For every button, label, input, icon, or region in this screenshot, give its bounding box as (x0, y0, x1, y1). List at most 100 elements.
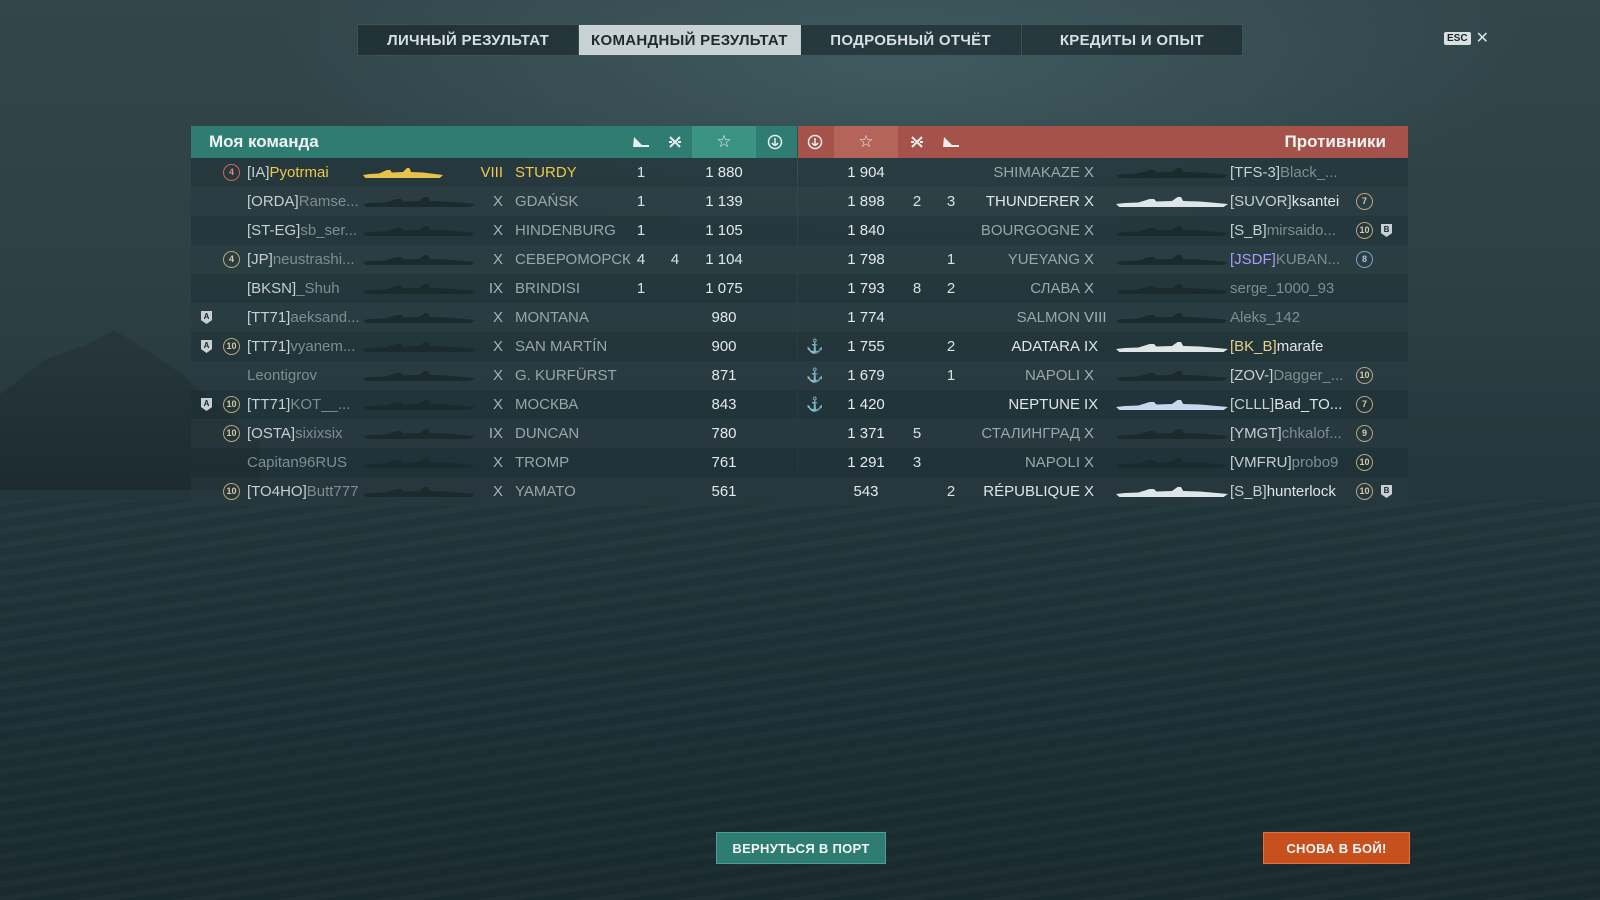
player-name[interactable]: vyanem... (290, 338, 355, 355)
ship-kill-icon[interactable] (934, 126, 968, 158)
player-name[interactable]: Aleks_142 (1230, 309, 1300, 326)
player-name[interactable]: probo9 (1292, 454, 1339, 471)
ship-tier: X (492, 222, 503, 239)
ship-name: YAMATO (515, 483, 576, 500)
player-row[interactable]: ⚓ 1 755 2 ADATARA IX [BK_B]marafe (798, 332, 1408, 361)
player-row[interactable]: 1 898 2 3 THUNDERER X [SUVOR]ksantei 7 (798, 187, 1408, 216)
player-row[interactable]: 4 [IA]Pyotrmai VIII STURDY 1 1 880 (191, 158, 797, 187)
anchor-icon[interactable] (758, 126, 792, 158)
player-name-cell[interactable]: [OSTA]sixixsix (247, 419, 359, 448)
ships-destroyed: 1 (636, 280, 646, 297)
player-row[interactable]: 1 840 BOURGOGNE X [S_B]mirsaido... 10 B (798, 216, 1408, 245)
player-name[interactable]: KOT__... (290, 396, 350, 413)
player-row[interactable]: 1 793 8 2 СЛАВА Xserge_1000_93 (798, 274, 1408, 303)
clan-tag: [TFS-3] (1230, 164, 1281, 181)
player-name[interactable]: Butt777 (307, 483, 359, 500)
ship-silhouette-icon (363, 284, 475, 294)
player-name-cell[interactable]: [JP]neustrashi... (247, 245, 359, 274)
player-name[interactable]: sixixsix (295, 425, 343, 442)
player-name[interactable]: ksantei (1292, 193, 1340, 210)
tab-credits-xp[interactable]: КРЕДИТЫ И ОПЫТ (1022, 25, 1242, 55)
score-star-icon[interactable]: ☆ (834, 126, 898, 158)
close-control[interactable]: ESC ✕ (1444, 28, 1489, 48)
player-name-cell[interactable]: [ZOV-]Dagger_... (1230, 361, 1348, 390)
player-name-cell[interactable]: Aleks_142 (1230, 303, 1348, 332)
ship-name: ADATARA (1011, 338, 1080, 355)
player-name-cell[interactable]: [CLLL]Bad_TO... (1230, 390, 1348, 419)
player-row[interactable]: Capitan96RUS X TROMP 761 (191, 448, 797, 477)
anchor-icon[interactable] (798, 126, 832, 158)
player-row[interactable]: A 10 [TT71]KOT__... X МОСКВА 843 (191, 390, 797, 419)
ship-tier: VIII (480, 164, 503, 181)
player-name[interactable]: marafe (1277, 338, 1324, 355)
player-name[interactable]: aeksand... (290, 309, 359, 326)
ship-kill-icon[interactable] (624, 126, 658, 158)
battle-again-button[interactable]: СНОВА В БОЙ! (1263, 832, 1410, 864)
player-row[interactable]: 1 774 SALMON VIII Aleks_142 (798, 303, 1408, 332)
player-row[interactable]: 1 371 5 СТАЛИНГРАД X [YMGT]chkalof... 9 (798, 419, 1408, 448)
player-row[interactable]: A 10 [TT71]vyanem... X SAN MARTÍN 900 (191, 332, 797, 361)
player-name[interactable]: hunterlock (1267, 483, 1336, 500)
player-name[interactable]: Pyotrmai (270, 164, 329, 181)
player-row[interactable]: ⚓ 1 679 1 NAPOLI X [ZOV-]Dagger_... 10 (798, 361, 1408, 390)
plane-kill-icon[interactable] (900, 126, 934, 158)
player-name-cell[interactable]: [BK_B]marafe (1230, 332, 1348, 361)
player-name-cell[interactable]: Leontigrov (247, 361, 359, 390)
player-name[interactable]: Capitan96RUS (247, 454, 347, 471)
player-name[interactable]: Ramse... (299, 193, 359, 210)
player-name-cell[interactable]: [JSDF]KUBAN... (1230, 245, 1348, 274)
player-name[interactable]: Black_... (1280, 164, 1338, 181)
player-row[interactable]: 1 291 3 NAPOLI X [VMFRU]probo9 10 (798, 448, 1408, 477)
player-row[interactable]: [BKSN]_Shuh IX BRINDISI 1 1 075 (191, 274, 797, 303)
player-name[interactable]: _Shuh (296, 280, 339, 297)
player-name-cell[interactable]: [YMGT]chkalof... (1230, 419, 1348, 448)
player-name[interactable]: chkalof... (1282, 425, 1342, 442)
player-row[interactable]: A [TT71]aeksand... X MONTANA 980 (191, 303, 797, 332)
player-name-cell[interactable]: [BKSN]_Shuh (247, 274, 359, 303)
player-name-cell[interactable]: [TFS-3]Black_... (1230, 158, 1348, 187)
player-row[interactable]: 10 [TO4HO]Butt777 X YAMATO 561 (191, 477, 797, 506)
player-name-cell[interactable]: [VMFRU]probo9 (1230, 448, 1348, 477)
player-row[interactable]: 10 [OSTA]sixixsix IX DUNCAN 780 (191, 419, 797, 448)
player-row[interactable]: [ST-EG]sb_ser... X HINDENBURG 1 1 105 (191, 216, 797, 245)
player-name-cell[interactable]: [ST-EG]sb_ser... (247, 216, 359, 245)
base-xp-score: 1 291 (847, 454, 885, 471)
player-name-cell[interactable]: Capitan96RUS (247, 448, 359, 477)
player-name[interactable]: Dagger_... (1273, 367, 1343, 384)
player-name-cell[interactable]: [IA]Pyotrmai (247, 158, 359, 187)
player-name-cell[interactable]: [ORDA]Ramse... (247, 187, 359, 216)
close-icon[interactable]: ✕ (1476, 28, 1489, 48)
player-name[interactable]: Bad_TO... (1274, 396, 1342, 413)
player-name[interactable]: KUBAN... (1276, 251, 1340, 268)
player-row[interactable]: ⚓ 1 420 NEPTUNE IX [CLLL]Bad_TO... 7 (798, 390, 1408, 419)
player-row[interactable]: 543 2 RÉPUBLIQUE X [S_B]hunterlock 10 B (798, 477, 1408, 506)
player-name-cell[interactable]: [TT71]KOT__... (247, 390, 359, 419)
player-row[interactable]: [ORDA]Ramse... X GDAŃSK 1 1 139 (191, 187, 797, 216)
player-row[interactable]: Leontigrov X G. KURFÜRST 871 (191, 361, 797, 390)
player-name-cell[interactable]: [SUVOR]ksantei (1230, 187, 1348, 216)
player-name[interactable]: serge_1000_93 (1230, 280, 1334, 297)
return-to-port-button[interactable]: ВЕРНУТЬСЯ В ПОРТ (716, 832, 886, 864)
plane-kill-icon[interactable] (658, 126, 692, 158)
planes-destroyed: 2 (912, 193, 922, 210)
base-xp-score: 1 798 (847, 251, 885, 268)
player-row[interactable]: 1 798 1 YUEYANG X [JSDF]KUBAN... 8 (798, 245, 1408, 274)
player-name[interactable]: neustrashi... (273, 251, 355, 268)
player-name-cell[interactable]: serge_1000_93 (1230, 274, 1348, 303)
tab-personal-result[interactable]: ЛИЧНЫЙ РЕЗУЛЬТАТ (358, 25, 580, 55)
player-name[interactable]: Leontigrov (247, 367, 317, 384)
ships-destroyed (624, 390, 658, 419)
player-name[interactable]: sb_ser... (300, 222, 357, 239)
player-name[interactable]: mirsaido... (1267, 222, 1336, 239)
tab-team-result[interactable]: КОМАНДНЫЙ РЕЗУЛЬТАТ (579, 25, 801, 55)
player-row[interactable]: 1 904 SHIMAKAZE X [TFS-3]Black_... (798, 158, 1408, 187)
base-xp-score: 1 420 (847, 396, 885, 413)
score-star-icon[interactable]: ☆ (692, 126, 756, 158)
player-row[interactable]: 4 [JP]neustrashi... X СЕВЕРОМОРСК 4 4 1 104 (191, 245, 797, 274)
player-name-cell[interactable]: [S_B]mirsaido... (1230, 216, 1348, 245)
player-name-cell[interactable]: [TO4HO]Butt777 (247, 477, 359, 506)
tab-detailed-report[interactable]: ПОДРОБНЫЙ ОТЧЁТ (801, 25, 1022, 55)
player-name-cell[interactable]: [TT71]aeksand... (247, 303, 359, 332)
player-name-cell[interactable]: [S_B]hunterlock (1230, 477, 1348, 506)
player-name-cell[interactable]: [TT71]vyanem... (247, 332, 359, 361)
